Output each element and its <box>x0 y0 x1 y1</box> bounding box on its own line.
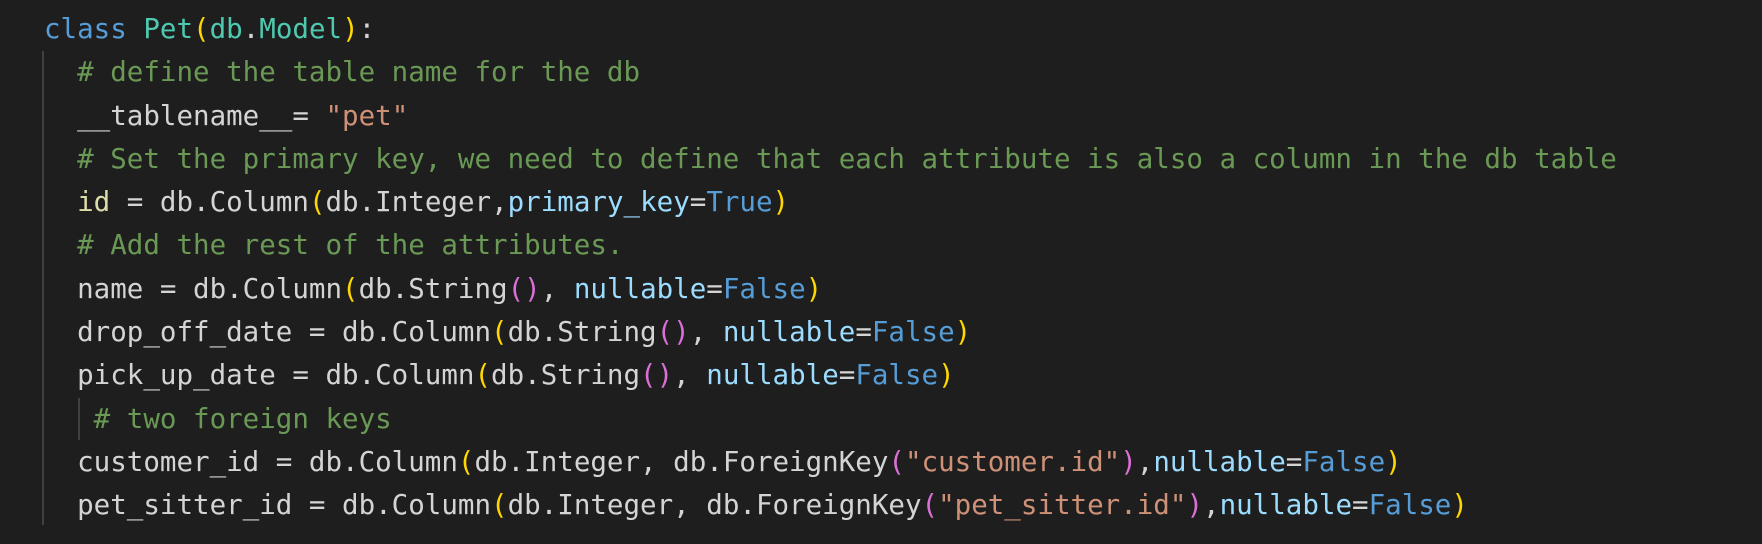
code-token: = <box>1352 489 1369 522</box>
code-line[interactable]: # two foreign keys <box>44 398 1617 441</box>
code-token: db.Integer, <box>325 186 508 219</box>
code-token: primary_key <box>507 186 690 219</box>
code-token: Pet <box>143 13 194 45</box>
code-token: = <box>855 316 872 349</box>
code-token: ) <box>805 272 823 305</box>
code-token: name = db.Column <box>44 272 343 305</box>
code-token: Model <box>259 13 343 45</box>
code-token: db.String <box>358 272 508 305</box>
code-line[interactable]: id = db.Column(db.Integer,primary_key=Tr… <box>44 181 1617 224</box>
code-token: False <box>1302 445 1386 478</box>
code-token: nullable <box>1219 489 1353 522</box>
code-token: ( <box>193 13 210 45</box>
code-block[interactable]: class Pet(db.Model): # define the table … <box>44 8 1617 528</box>
code-token: ) <box>342 13 359 45</box>
code-token: () <box>656 316 690 349</box>
code-token: = <box>706 272 723 305</box>
code-token: ( <box>921 489 939 522</box>
code-token: db.String <box>491 359 641 392</box>
code-token: "pet_sitter.id" <box>938 489 1187 522</box>
code-token: nullable <box>722 316 856 349</box>
code-line[interactable]: # define the table name for the db <box>44 51 1617 94</box>
code-token: "customer.id" <box>904 445 1121 478</box>
code-line[interactable]: pick_up_date = db.Column(db.String(), nu… <box>44 354 1617 397</box>
code-token: # Add the rest of the attributes. <box>44 229 624 262</box>
code-token: False <box>855 359 939 392</box>
code-token: , <box>1203 489 1220 522</box>
code-editor[interactable]: class Pet(db.Model): # define the table … <box>0 0 1762 544</box>
code-token: , <box>1136 445 1154 478</box>
code-token: id <box>77 186 111 219</box>
code-token: True <box>706 186 773 219</box>
code-token: ) <box>772 186 790 219</box>
code-token: ( <box>457 445 475 478</box>
code-token: ) <box>1385 445 1402 478</box>
code-token: nullable <box>573 272 707 305</box>
code-token: # Set the primary key, we need to define… <box>44 142 1617 175</box>
code-token: ( <box>491 316 508 349</box>
code-line[interactable]: customer_id = db.Column(db.Integer, db.F… <box>44 441 1617 484</box>
code-line[interactable]: class Pet(db.Model): <box>44 8 1617 51</box>
code-token: db <box>209 13 243 45</box>
code-token: = <box>292 99 326 132</box>
code-line[interactable]: name = db.Column(db.String(), nullable=F… <box>44 268 1617 311</box>
code-token: ( <box>474 359 492 392</box>
code-line[interactable]: drop_off_date = db.Column(db.String(), n… <box>44 311 1617 354</box>
code-token: ) <box>1186 489 1203 522</box>
code-line[interactable]: # Add the rest of the attributes. <box>44 224 1617 267</box>
code-token: False <box>1368 489 1452 522</box>
code-token: drop_off_date = db.Column <box>44 316 492 349</box>
code-token: __tablename__ <box>44 99 293 132</box>
code-token: ( <box>888 445 905 478</box>
code-token: = db.Column <box>110 186 309 219</box>
code-token: () <box>640 359 674 392</box>
code-token: ) <box>1451 489 1468 522</box>
code-token: , <box>689 316 723 349</box>
code-token: = <box>838 359 856 392</box>
code-token: ) <box>1120 445 1137 478</box>
code-line[interactable]: # Set the primary key, we need to define… <box>44 138 1617 181</box>
code-token: pet_sitter_id = db.Column <box>44 489 492 522</box>
code-token: () <box>507 272 541 305</box>
code-token: ( <box>491 489 508 522</box>
code-token: nullable <box>1153 445 1286 478</box>
code-token: , <box>673 359 707 392</box>
code-token: ) <box>938 359 955 392</box>
code-token: customer_id = db.Column <box>44 445 458 478</box>
code-line[interactable]: pet_sitter_id = db.Column(db.Integer, db… <box>44 484 1617 527</box>
code-token: db.String <box>507 316 657 349</box>
code-token: ( <box>342 272 359 305</box>
code-token: class <box>44 13 127 45</box>
code-token: pick_up_date = db.Column <box>44 359 475 392</box>
code-token: False <box>871 316 955 349</box>
code-line[interactable]: __tablename__= "pet" <box>44 95 1617 138</box>
code-token: db.Integer, db.ForeignKey <box>507 489 922 522</box>
code-token: # two foreign keys <box>44 402 392 435</box>
code-token: # define the table name for the db <box>44 56 641 89</box>
code-token: db.Integer, db.ForeignKey <box>474 445 889 478</box>
code-token: . <box>242 13 260 45</box>
code-token: "pet" <box>325 99 409 132</box>
code-token: ( <box>308 186 326 219</box>
code-token: , <box>540 272 574 305</box>
code-token: ) <box>954 316 972 349</box>
code-token: nullable <box>706 359 839 392</box>
code-token: : <box>358 13 376 45</box>
code-token: = <box>689 186 707 219</box>
code-token: False <box>722 272 806 305</box>
code-token: = <box>1285 445 1303 478</box>
